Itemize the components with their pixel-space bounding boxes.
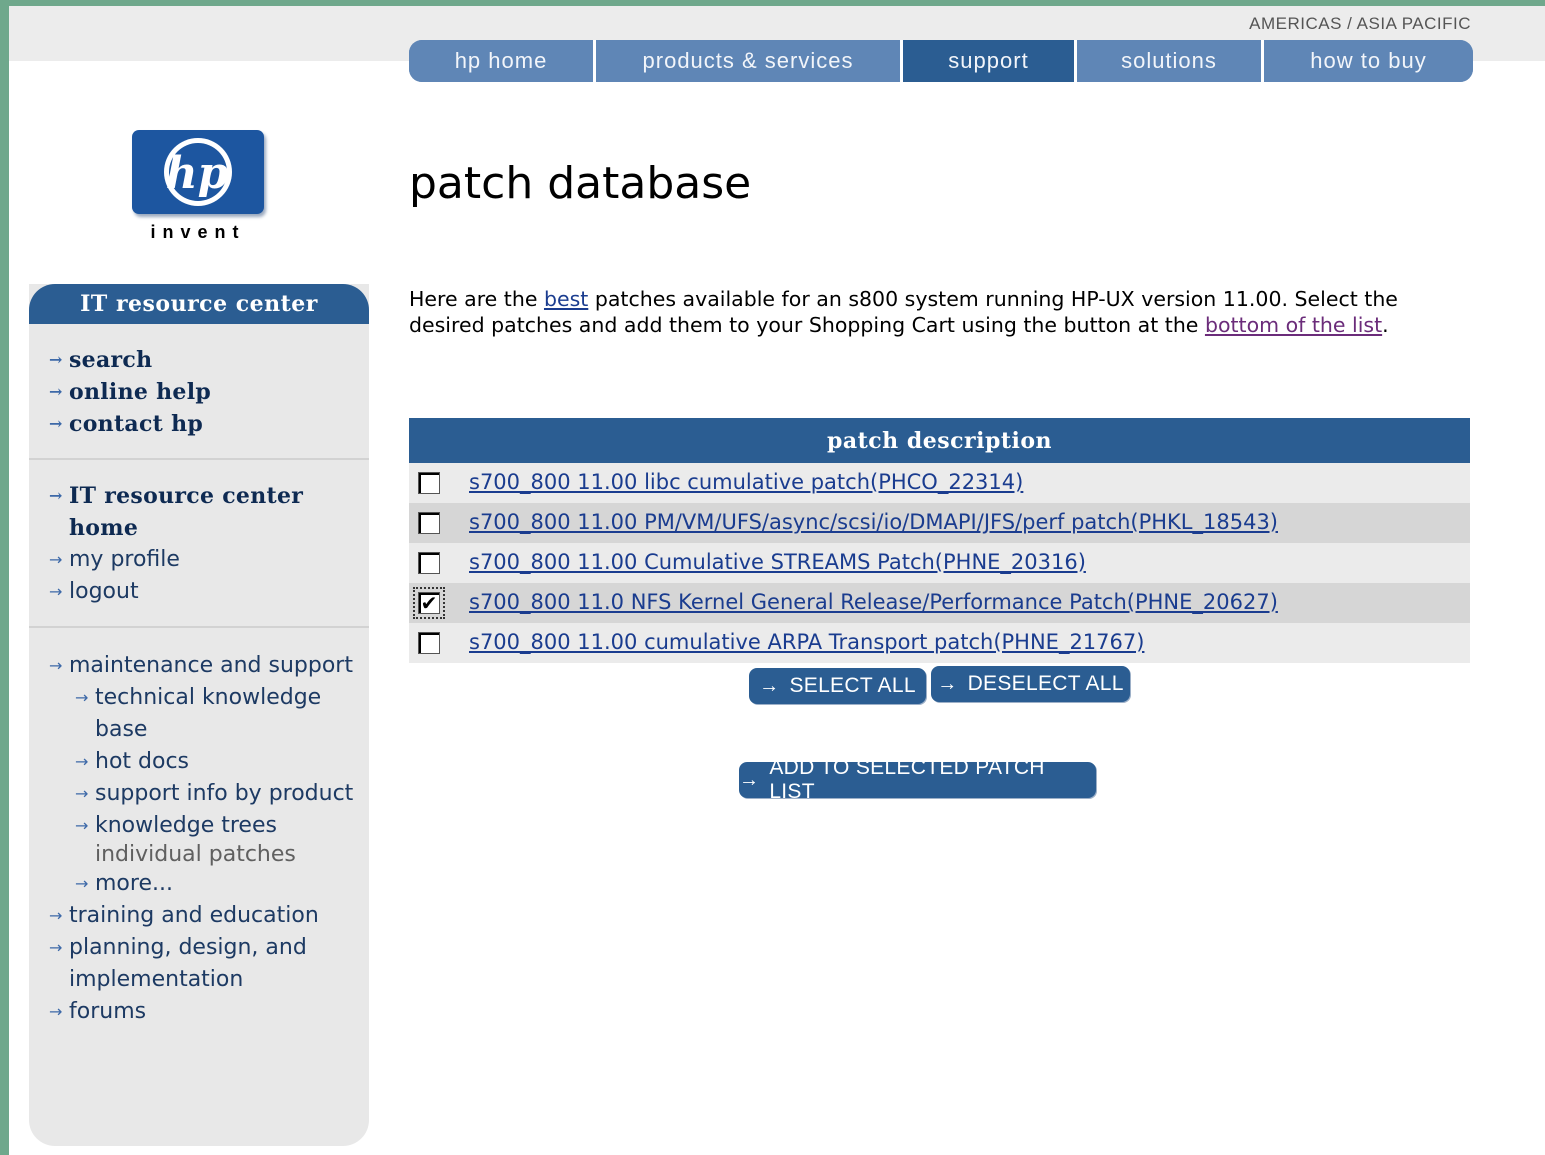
arrow-icon: →: [49, 550, 63, 569]
arrow-icon: →: [49, 350, 63, 369]
add-to-selected-patch-list-button[interactable]: → ADD TO SELECTED PATCH LIST: [739, 756, 1096, 803]
region-link[interactable]: AMERICAS / ASIA PACIFIC: [1249, 14, 1471, 34]
arrow-icon: →: [49, 382, 63, 401]
hp-logo-text: hp: [166, 148, 229, 199]
sidebar-item-hot-docs[interactable]: → hot docs: [75, 746, 361, 778]
table-row: ✔ s700_800 11.0 NFS Kernel General Relea…: [409, 583, 1470, 623]
sidebar-item-contact-hp[interactable]: → contact hp: [49, 408, 361, 440]
intro-text: Here are the best patches available for …: [409, 287, 1398, 337]
sidebar-item-online-help[interactable]: → online help: [49, 376, 361, 408]
table-row: s700_800 11.00 Cumulative STREAMS Patch(…: [409, 543, 1470, 583]
sidebar-item-more[interactable]: → more...: [75, 868, 361, 900]
arrow-icon: →: [49, 906, 63, 925]
sidebar-item-search[interactable]: → search: [49, 344, 361, 376]
arrow-right-icon: →: [739, 768, 760, 791]
nav-how-to-buy[interactable]: how to buy: [1264, 40, 1473, 82]
sidebar-title: IT resource center: [29, 284, 369, 324]
arrow-icon: →: [75, 816, 89, 835]
patch-link[interactable]: s700_800 11.00 Cumulative STREAMS Patch(…: [469, 550, 1086, 574]
sidebar-item-planning-design[interactable]: → planning, design, and implementation: [49, 932, 361, 996]
sidebar-item-logout[interactable]: → logout: [49, 576, 361, 608]
sidebar-item-technical-knowledge-base[interactable]: → technical knowledge base: [75, 682, 361, 746]
arrow-icon: →: [49, 582, 63, 601]
patch-link[interactable]: s700_800 11.00 cumulative ARPA Transport…: [469, 630, 1144, 654]
arrow-right-icon: →: [937, 672, 958, 695]
arrow-icon: →: [75, 688, 89, 707]
window-frame-left: [0, 0, 9, 1155]
arrow-icon: →: [49, 938, 63, 957]
arrow-icon: →: [49, 1002, 63, 1021]
patch-checkbox[interactable]: [418, 632, 440, 654]
nav-solutions[interactable]: solutions: [1077, 40, 1264, 82]
nav-support[interactable]: support: [903, 40, 1077, 82]
hp-logo-icon: hp: [164, 138, 232, 206]
nav-products-services[interactable]: products & services: [596, 40, 903, 82]
arrow-icon: →: [49, 656, 63, 675]
top-nav: hp home products & services support solu…: [409, 40, 1473, 82]
sidebar-item-forums[interactable]: → forums: [49, 996, 361, 1028]
arrow-right-icon: →: [759, 674, 780, 697]
table-row: s700_800 11.00 cumulative ARPA Transport…: [409, 623, 1470, 663]
sidebar-item-maintenance-support[interactable]: → maintenance and support: [49, 650, 361, 682]
patch-checkbox[interactable]: [418, 512, 440, 534]
patch-link[interactable]: s700_800 11.00 PM/VM/UFS/async/scsi/io/D…: [469, 510, 1278, 534]
patch-link[interactable]: s700_800 11.0 NFS Kernel General Release…: [469, 590, 1278, 614]
patch-table: patch description s700_800 11.00 libc cu…: [409, 418, 1470, 663]
sidebar-item-support-info-by-product[interactable]: → support info by product: [75, 778, 361, 810]
sidebar-item-knowledge-trees[interactable]: → knowledge trees: [75, 810, 361, 842]
sidebar-item-my-profile[interactable]: → my profile: [49, 544, 361, 576]
arrow-icon: →: [75, 874, 89, 893]
sidebar: IT resource center → search → online help …: [29, 284, 369, 1146]
arrow-icon: →: [75, 752, 89, 771]
patch-checkbox[interactable]: [418, 472, 440, 494]
best-link[interactable]: best: [544, 287, 588, 311]
deselect-all-button[interactable]: → DESELECT ALL: [931, 666, 1130, 702]
patch-checkbox-checked[interactable]: ✔: [413, 587, 445, 619]
sidebar-item-itrc-home[interactable]: → IT resource center home: [49, 480, 361, 544]
sidebar-item-training-education[interactable]: → training and education: [49, 900, 361, 932]
arrow-icon: →: [49, 414, 63, 433]
arrow-icon: →: [75, 784, 89, 803]
page-title: patch database: [409, 158, 752, 209]
logo-tagline: invent: [150, 222, 246, 242]
select-all-button[interactable]: → SELECT ALL: [749, 668, 926, 704]
table-row: s700_800 11.00 libc cumulative patch(PHC…: [409, 463, 1470, 503]
table-row: s700_800 11.00 PM/VM/UFS/async/scsi/io/D…: [409, 503, 1470, 543]
bottom-of-list-link[interactable]: bottom of the list: [1205, 313, 1382, 337]
arrow-icon: →: [49, 486, 63, 505]
patch-checkbox[interactable]: [418, 552, 440, 574]
nav-hp-home[interactable]: hp home: [409, 40, 596, 82]
patch-link[interactable]: s700_800 11.00 libc cumulative patch(PHC…: [469, 470, 1023, 494]
table-header: patch description: [409, 418, 1470, 463]
sidebar-item-current-individual-patches: individual patches: [95, 842, 296, 867]
hp-logo[interactable]: hp: [132, 130, 264, 214]
